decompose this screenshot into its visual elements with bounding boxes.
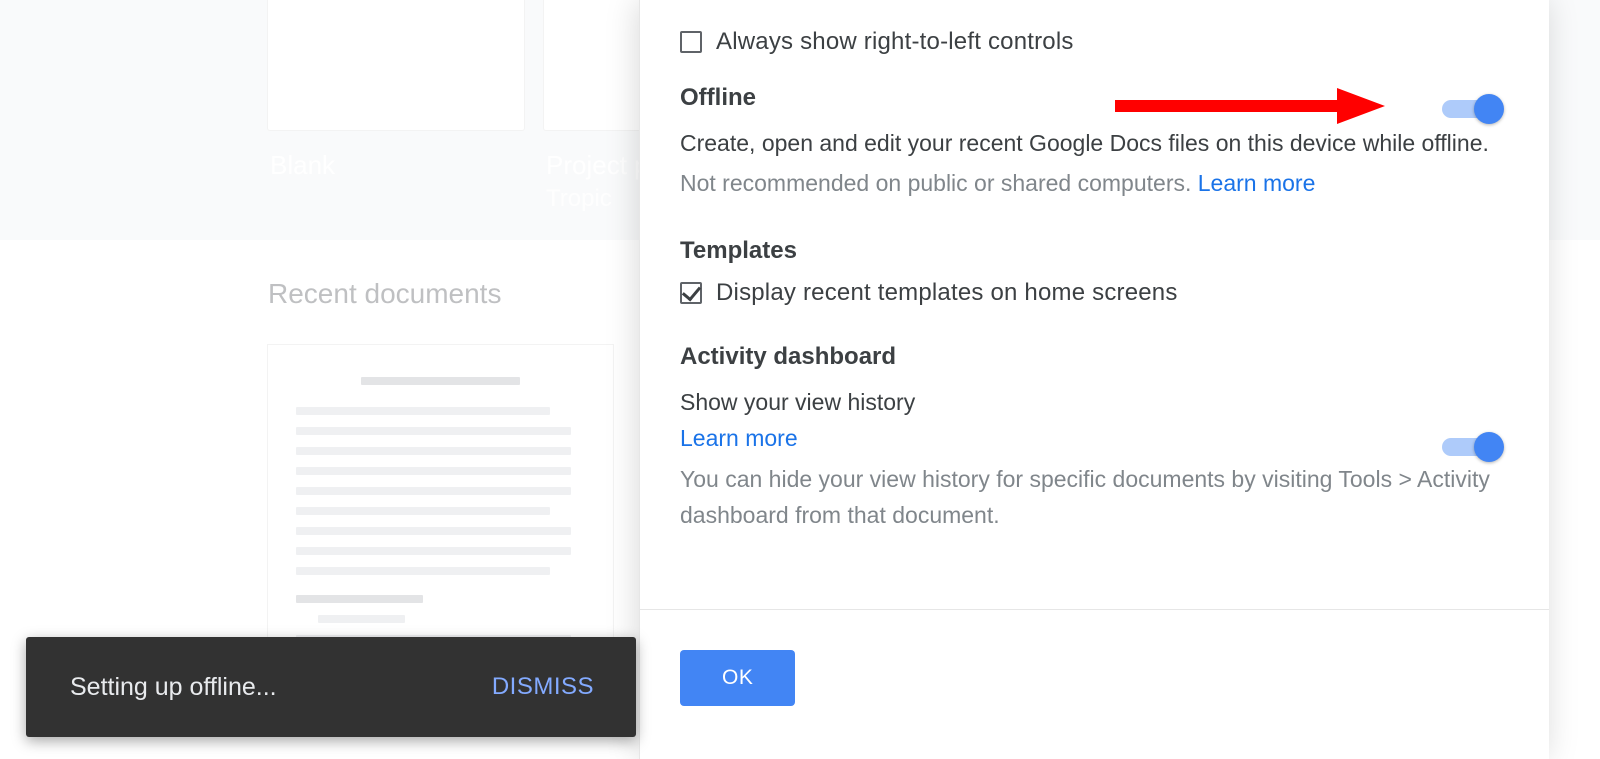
- activity-note: You can hide your view history for speci…: [680, 462, 1509, 533]
- rtl-controls-label: Always show right-to-left controls: [716, 28, 1074, 56]
- toast-message: Setting up offline...: [70, 673, 277, 702]
- offline-description: Create, open and edit your recent Google…: [680, 126, 1509, 162]
- offline-warning: Not recommended on public or shared comp…: [680, 166, 1509, 202]
- offline-toggle[interactable]: [1442, 94, 1504, 124]
- ok-button[interactable]: OK: [680, 650, 795, 706]
- offline-warning-text: Not recommended on public or shared comp…: [680, 170, 1198, 196]
- activity-heading: Activity dashboard: [680, 343, 1509, 371]
- activity-view-history-toggle[interactable]: [1442, 432, 1504, 462]
- offline-heading: Offline: [680, 84, 1509, 112]
- activity-learn-more-link[interactable]: Learn more: [680, 425, 798, 451]
- activity-sub: Show your view history: [680, 385, 1509, 421]
- templates-heading: Templates: [680, 237, 1509, 265]
- templates-display-label: Display recent templates on home screens: [716, 279, 1178, 307]
- offline-setup-toast: Setting up offline... DISMISS: [26, 637, 636, 737]
- offline-learn-more-link[interactable]: Learn more: [1198, 170, 1316, 196]
- settings-dialog: Always show right-to-left controls Offli…: [639, 0, 1549, 759]
- templates-display-checkbox[interactable]: [680, 282, 702, 304]
- toast-dismiss-button[interactable]: DISMISS: [492, 673, 594, 701]
- rtl-controls-checkbox[interactable]: [680, 31, 702, 53]
